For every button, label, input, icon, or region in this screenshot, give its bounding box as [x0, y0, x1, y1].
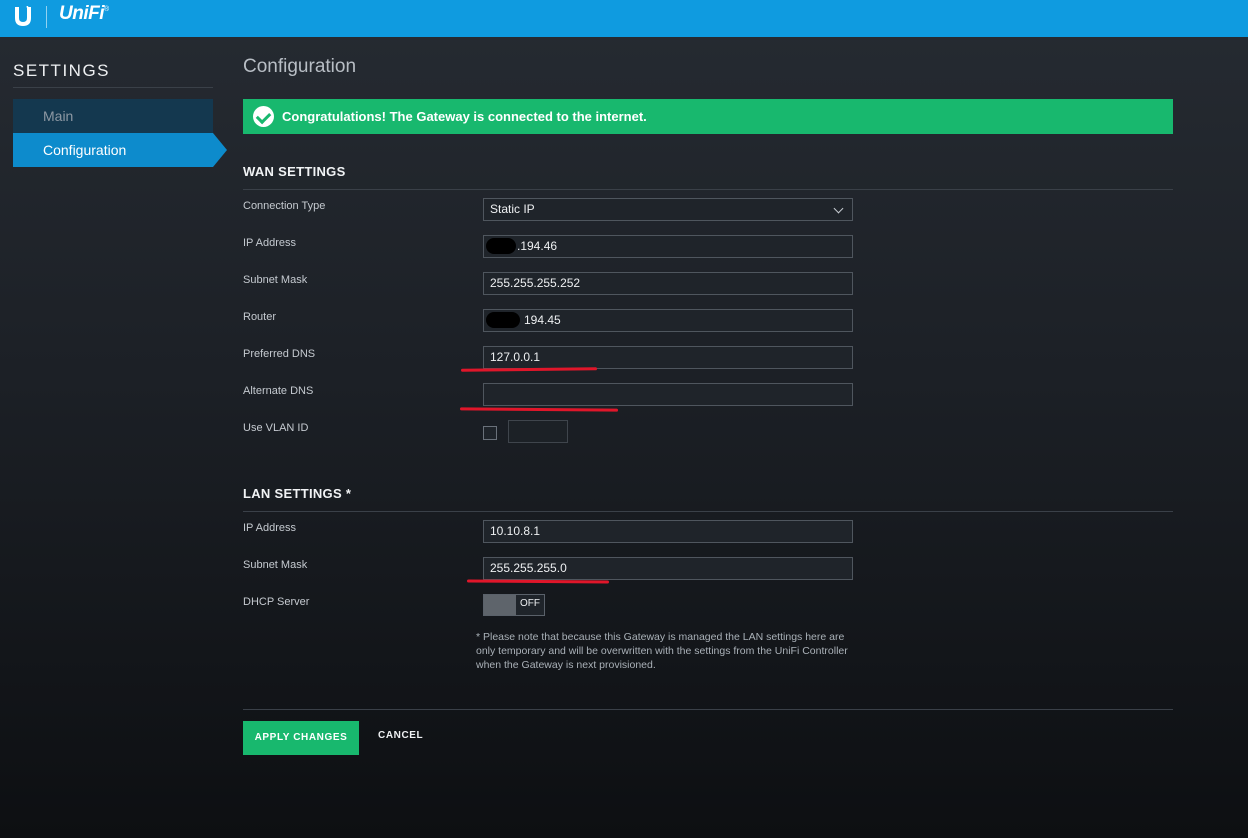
wan-ip-address-field[interactable]: .194.46 — [483, 235, 853, 258]
lan-settings-heading: LAN SETTINGS * — [243, 486, 352, 501]
ubiquiti-u-icon[interactable] — [12, 5, 34, 27]
annotation-underline — [460, 367, 598, 372]
wan-subnet-mask-field[interactable]: 255.255.255.252 — [483, 272, 853, 295]
cancel-button[interactable]: CANCEL — [378, 730, 423, 741]
use-vlan-id-label: Use VLAN ID — [243, 422, 309, 434]
lan-subnet-mask-label: Subnet Mask — [243, 559, 308, 571]
wan-ip-address-label: IP Address — [243, 237, 296, 249]
sidebar-divider — [13, 87, 213, 88]
connection-type-select[interactable]: Static IP — [483, 198, 853, 221]
preferred-dns-label: Preferred DNS — [243, 348, 316, 360]
router-value: 194.45 — [524, 313, 561, 327]
redaction-mark — [486, 312, 520, 328]
alert-text: Congratulations! The Gateway is connecte… — [282, 109, 647, 124]
header-separator — [46, 6, 47, 28]
top-bar: UniFi® — [0, 0, 1248, 37]
lan-ip-address-field[interactable]: 10.10.8.1 — [483, 520, 853, 543]
lan-subnet-mask-value: 255.255.255.0 — [490, 561, 567, 575]
actions-divider — [243, 709, 1173, 710]
page-title: Configuration — [243, 56, 357, 77]
sidebar-title: SETTINGS — [13, 61, 111, 80]
apply-changes-button[interactable]: APPLY CHANGES — [243, 721, 359, 755]
router-label: Router — [243, 311, 277, 323]
toggle-knob — [484, 595, 516, 615]
check-circle-icon — [253, 106, 274, 127]
redaction-mark — [486, 238, 516, 254]
brand-text: UniFi — [59, 3, 105, 24]
toggle-state-text: OFF — [520, 598, 540, 609]
wan-divider — [243, 189, 1173, 190]
wan-subnet-mask-value: 255.255.255.252 — [490, 276, 581, 290]
success-alert: Congratulations! The Gateway is connecte… — [243, 99, 1173, 134]
annotation-underline — [466, 579, 610, 584]
preferred-dns-field[interactable]: 127.0.0.1 — [483, 346, 853, 369]
alternate-dns-label: Alternate DNS — [243, 385, 314, 397]
lan-ip-address-label: IP Address — [243, 522, 296, 534]
connection-type-label: Connection Type — [243, 200, 326, 212]
chevron-down-icon — [833, 203, 844, 214]
registered-mark: ® — [104, 6, 109, 13]
preferred-dns-value: 127.0.0.1 — [490, 350, 541, 364]
vlan-id-input[interactable] — [508, 420, 568, 443]
lan-divider — [243, 511, 1173, 512]
dhcp-server-label: DHCP Server — [243, 596, 310, 608]
lan-settings-note: * Please note that because this Gateway … — [476, 631, 848, 671]
unifi-logo[interactable]: UniFi® — [59, 3, 109, 25]
wan-settings-heading: WAN SETTINGS — [243, 164, 346, 179]
lan-subnet-mask-field[interactable]: 255.255.255.0 — [483, 557, 853, 580]
alternate-dns-field[interactable] — [483, 383, 853, 406]
annotation-underline — [459, 407, 619, 412]
lan-ip-address-value: 10.10.8.1 — [490, 524, 541, 538]
use-vlan-id-checkbox[interactable] — [483, 426, 497, 440]
dhcp-server-toggle[interactable]: OFF — [483, 594, 545, 616]
wan-subnet-mask-label: Subnet Mask — [243, 274, 308, 286]
sidebar-item-main[interactable]: Main — [13, 99, 213, 133]
router-field[interactable]: 194.45 — [483, 309, 853, 332]
wan-ip-address-value: .194.46 — [517, 239, 558, 253]
sidebar-item-configuration[interactable]: Configuration — [13, 133, 227, 167]
connection-type-value: Static IP — [490, 202, 535, 216]
